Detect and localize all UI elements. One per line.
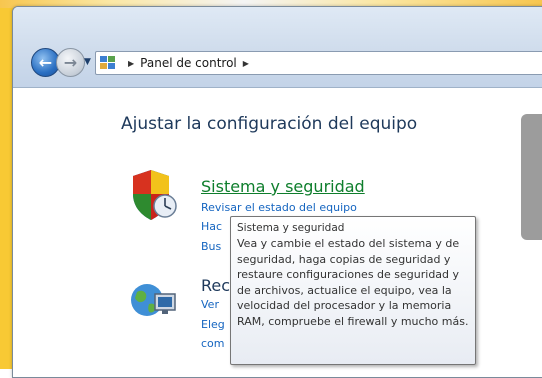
forward-button[interactable]: → xyxy=(56,48,85,77)
window-toolbar: ← → ▼ ▶ Panel de control ▶ xyxy=(13,7,542,88)
sublink-revisar-estado[interactable]: Revisar el estado del equipo xyxy=(201,201,357,214)
sublink-compartir[interactable]: com xyxy=(201,337,225,350)
breadcrumb-item-panel-de-control[interactable]: Panel de control xyxy=(140,56,237,70)
tooltip-title: Sistema y seguridad xyxy=(237,222,345,234)
page-title: Ajustar la configuración del equipo xyxy=(121,114,418,134)
shield-icon[interactable] xyxy=(129,168,177,222)
breadcrumb-separator-icon[interactable]: ▶ xyxy=(243,59,249,68)
recent-pages-dropdown[interactable]: ▼ xyxy=(84,57,91,67)
view-options-panel xyxy=(521,114,542,240)
sublink-hacer-copia[interactable]: Hac xyxy=(201,220,222,233)
chevron-down-icon: ▼ xyxy=(84,57,91,67)
address-bar[interactable]: ▶ Panel de control ▶ xyxy=(95,51,542,75)
category-link-sistema-seguridad[interactable]: Sistema y seguridad xyxy=(201,177,365,196)
tooltip-body: Vea y cambie el estado del sistema y de … xyxy=(237,237,469,328)
breadcrumb-separator-icon[interactable]: ▶ xyxy=(128,59,134,68)
sublink-ver[interactable]: Ver xyxy=(201,298,219,311)
network-globe-icon[interactable] xyxy=(129,278,179,322)
sublink-elegir[interactable]: Eleg xyxy=(201,318,225,331)
arrow-right-icon: → xyxy=(63,53,78,72)
category-link-redes[interactable]: Rec xyxy=(201,276,230,295)
control-panel-icon xyxy=(100,56,116,70)
category-tooltip: Sistema y seguridad Vea y cambie el esta… xyxy=(230,216,476,365)
sublink-buscar[interactable]: Bus xyxy=(201,240,221,253)
arrow-left-icon: ← xyxy=(38,53,53,72)
explorer-window: ← → ▼ ▶ Panel de control ▶ Ajustar la co… xyxy=(12,6,542,378)
main-content: Ajustar la configuración del equipo Sist… xyxy=(13,88,542,377)
